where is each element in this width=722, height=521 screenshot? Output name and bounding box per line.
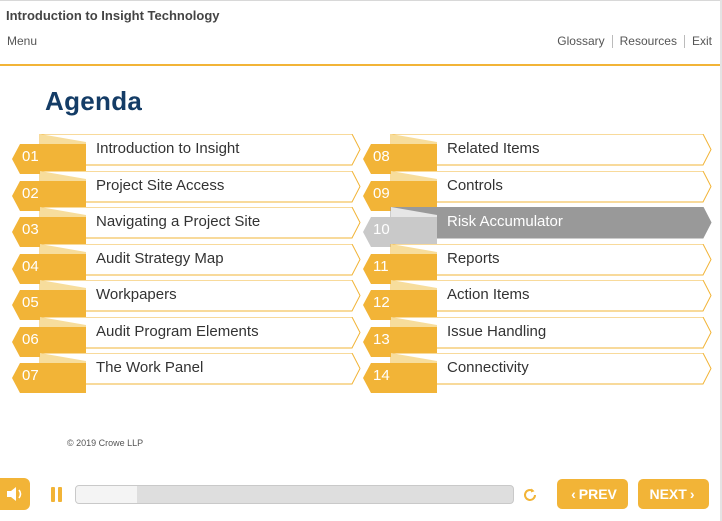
agenda-item[interactable]: 06 Audit Program Elements xyxy=(12,316,362,357)
agenda-item-label: Reports xyxy=(447,249,500,267)
replay-button[interactable] xyxy=(520,485,540,505)
glossary-link[interactable]: Glossary xyxy=(557,34,604,48)
agenda-item-label: Introduction to Insight xyxy=(96,140,240,157)
pause-button[interactable] xyxy=(49,487,65,503)
agenda-item-number: 05 xyxy=(22,294,39,311)
agenda-item-tab xyxy=(390,316,712,348)
agenda-item-tab xyxy=(390,134,712,166)
progress-fill xyxy=(76,486,138,503)
agenda-item-number: 08 xyxy=(373,148,390,165)
progress-bar[interactable] xyxy=(75,485,514,504)
agenda-item-label: Project Site Access xyxy=(96,176,225,194)
next-label: NEXT xyxy=(649,486,687,502)
agenda-item-shape xyxy=(363,353,712,393)
agenda-item[interactable]: 04 Audit Strategy Map xyxy=(12,243,362,284)
exit-link[interactable]: Exit xyxy=(692,34,712,48)
agenda-item-label: Action Items xyxy=(447,286,530,303)
agenda-item-label: Audit Strategy Map xyxy=(96,249,224,267)
agenda-item-number: 03 xyxy=(22,221,39,238)
agenda-item-number: 10 xyxy=(373,221,390,238)
agenda-item-label: Related Items xyxy=(447,140,540,157)
chevron-left-icon: ‹ xyxy=(571,486,576,502)
agenda-item-number: 02 xyxy=(22,184,39,202)
prev-button[interactable]: ‹ PREV xyxy=(557,479,628,509)
agenda-item[interactable]: 02 Project Site Access xyxy=(12,170,362,211)
agenda-item-tab xyxy=(39,280,361,312)
audio-button[interactable] xyxy=(0,478,30,510)
agenda-item-number: 11 xyxy=(373,257,389,275)
agenda-item-number: 01 xyxy=(22,148,39,165)
agenda-item[interactable]: 01 Introduction to Insight xyxy=(12,134,362,174)
agenda-item-number: 07 xyxy=(22,367,39,384)
prev-label: PREV xyxy=(578,486,617,502)
agenda-item-number: 13 xyxy=(373,330,390,348)
agenda-item-tab xyxy=(390,280,712,312)
link-divider xyxy=(611,34,613,48)
copyright-text: © 2019 Crowe LLP xyxy=(67,438,144,448)
agenda-item-number: 04 xyxy=(22,257,39,275)
agenda-item[interactable]: 12 Action Items xyxy=(363,280,713,320)
window-top-border xyxy=(0,0,720,1)
top-links: Glossary Resources Exit xyxy=(557,34,712,48)
agenda-item[interactable]: 10 Risk Accumulator xyxy=(363,207,713,247)
agenda-item-label: Risk Accumulator xyxy=(447,213,563,230)
agenda-item[interactable]: 09 Controls xyxy=(363,170,713,211)
agenda-item[interactable]: 11 Reports xyxy=(363,243,713,284)
speaker-icon xyxy=(7,487,22,501)
agenda-item[interactable]: 08 Related Items xyxy=(363,134,713,174)
agenda-item[interactable]: 14 Connectivity xyxy=(363,353,713,393)
agenda-item-label: Workpapers xyxy=(96,286,177,303)
header-divider xyxy=(0,64,720,66)
course-title: Introduction to Insight Technology xyxy=(6,8,220,23)
agenda-item-label: The Work Panel xyxy=(96,359,204,376)
agenda-item-label: Issue Handling xyxy=(447,322,547,340)
agenda-item-label: Controls xyxy=(447,176,503,194)
pause-icon xyxy=(51,487,55,502)
agenda-item[interactable]: 13 Issue Handling xyxy=(363,316,713,357)
replay-icon xyxy=(524,488,536,501)
agenda-item-number: 06 xyxy=(22,330,39,348)
agenda-item-label: Connectivity xyxy=(447,359,529,376)
chevron-right-icon: › xyxy=(689,486,695,502)
agenda-item-tab xyxy=(390,243,712,275)
link-divider xyxy=(683,34,685,48)
agenda-item-tab xyxy=(390,353,712,385)
agenda-item-number: 14 xyxy=(373,367,390,384)
agenda-item-number: 12 xyxy=(373,294,390,311)
agenda-item-label: Navigating a Project Site xyxy=(96,213,261,230)
page-title: Agenda xyxy=(45,86,143,116)
next-button[interactable]: NEXT › xyxy=(638,479,709,509)
resources-link[interactable]: Resources xyxy=(620,34,677,48)
agenda-item[interactable]: 07 The Work Panel xyxy=(12,353,362,393)
agenda-item-label: Audit Program Elements xyxy=(96,322,259,340)
agenda-item-number: 09 xyxy=(373,184,390,202)
agenda-item-tab xyxy=(390,170,712,202)
agenda-item[interactable]: 03 Navigating a Project Site xyxy=(12,207,362,247)
agenda-item[interactable]: 05 Workpapers xyxy=(12,280,362,320)
menu-link[interactable]: Menu xyxy=(7,34,37,48)
